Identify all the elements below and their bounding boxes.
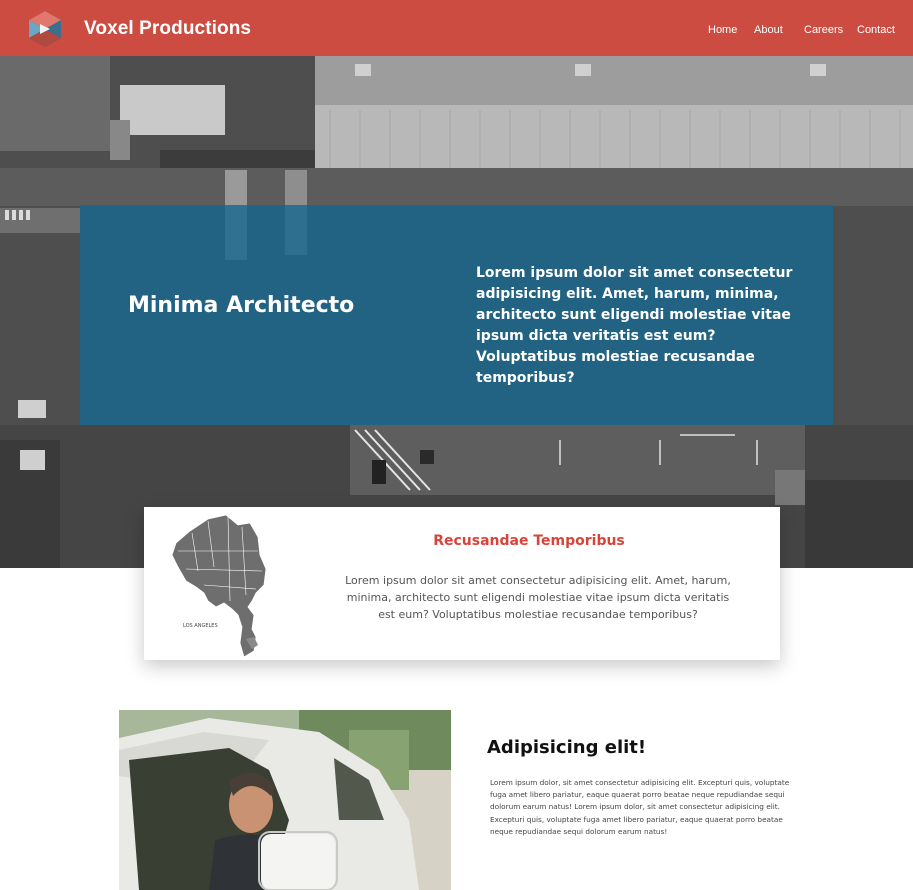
nav-about[interactable]: About [754,24,783,36]
cube-logo-icon[interactable] [26,10,64,48]
section-text: Lorem ipsum dolor, sit amet consectetur … [490,778,790,836]
hero-overlay-panel: Minima Architecto Lorem ipsum dolor sit … [80,205,833,425]
photo-image [119,710,451,890]
brand-name[interactable]: Voxel Productions [84,18,251,40]
nav-home[interactable]: Home [708,24,737,36]
hero-title: Minima Architecto [128,293,355,318]
los-angeles-map-icon [171,514,267,658]
nav-careers[interactable]: Careers [804,24,843,36]
card-text: Lorem ipsum dolor sit amet consectetur a… [345,574,731,621]
site-header: Voxel Productions Home About Careers Con… [0,0,913,56]
van-driver-photo [119,710,451,890]
card-title: Recusandae Temporibus [433,533,625,549]
nav-contact[interactable]: Contact [857,24,895,36]
map-label: LOS ANGELES [183,623,218,629]
hero-text: Lorem ipsum dolor sit amet consectetur a… [476,265,793,386]
feature-card: LOS ANGELES Recusandae Temporibus Lorem … [144,507,780,660]
section-title: Adipisicing elit! [487,737,647,758]
